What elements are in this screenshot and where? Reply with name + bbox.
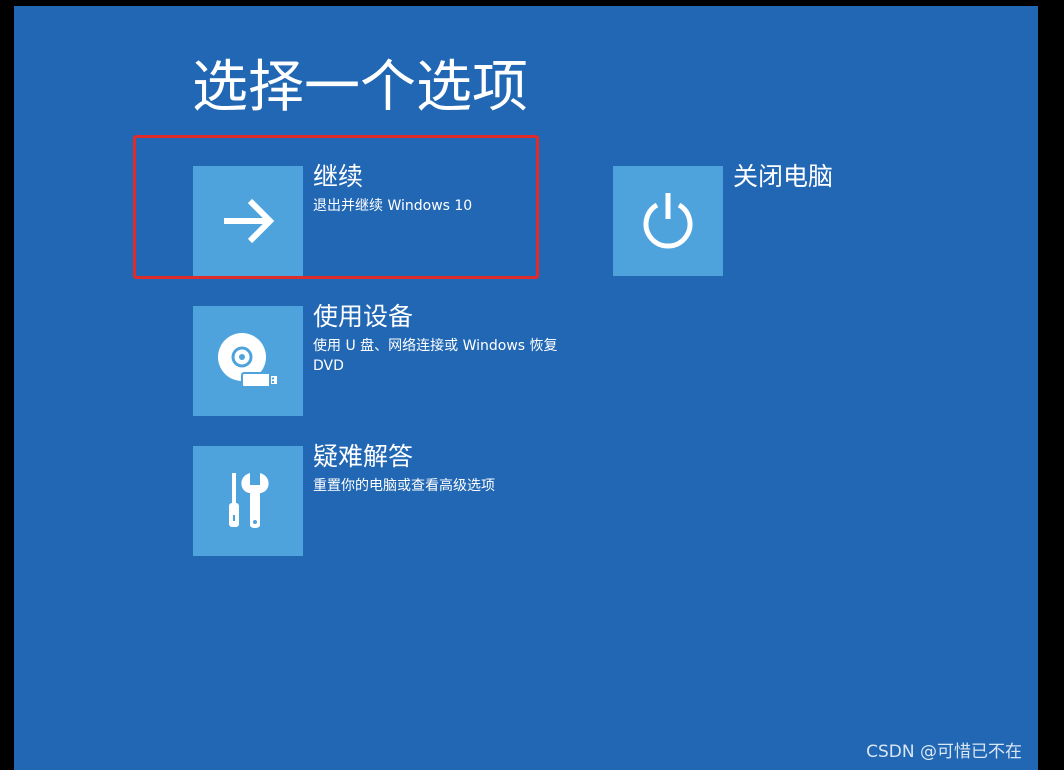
shutdown-option[interactable]: 关闭电脑 [613, 162, 873, 276]
power-icon [643, 193, 693, 249]
troubleshoot-description: 重置你的电脑或查看高级选项 [313, 478, 495, 494]
tools-icon [229, 473, 269, 528]
use-device-option[interactable]: 使用设备 使用 U 盘、网络连接或 Windows 恢复 DVD [193, 302, 573, 416]
use-device-tile[interactable] [193, 306, 303, 416]
troubleshoot-tile[interactable] [193, 446, 303, 556]
page-title: 选择一个选项 [192, 55, 528, 120]
recovery-screen: 选择一个选项 继续 退出并继续 Windows 10 关闭电脑 使用设备 使用 … [14, 6, 1038, 770]
continue-option[interactable]: 继续 退出并继续 Windows 10 [193, 162, 553, 276]
shutdown-tile[interactable] [613, 166, 723, 276]
watermark: CSDN @可惜已不在 [866, 742, 1022, 762]
shutdown-title: 关闭电脑 [733, 162, 834, 191]
disc-usb-icon [218, 333, 279, 388]
continue-description: 退出并继续 Windows 10 [313, 198, 473, 214]
use-device-description: 使用 U 盘、网络连接或 Windows 恢复 DVD [313, 338, 558, 374]
troubleshoot-title: 疑难解答 [313, 442, 414, 471]
continue-tile[interactable] [193, 166, 303, 276]
troubleshoot-option[interactable]: 疑难解答 重置你的电脑或查看高级选项 [193, 442, 553, 556]
arrow-right-icon [224, 198, 275, 244]
use-device-title: 使用设备 [313, 302, 414, 331]
continue-title: 继续 [313, 162, 364, 191]
